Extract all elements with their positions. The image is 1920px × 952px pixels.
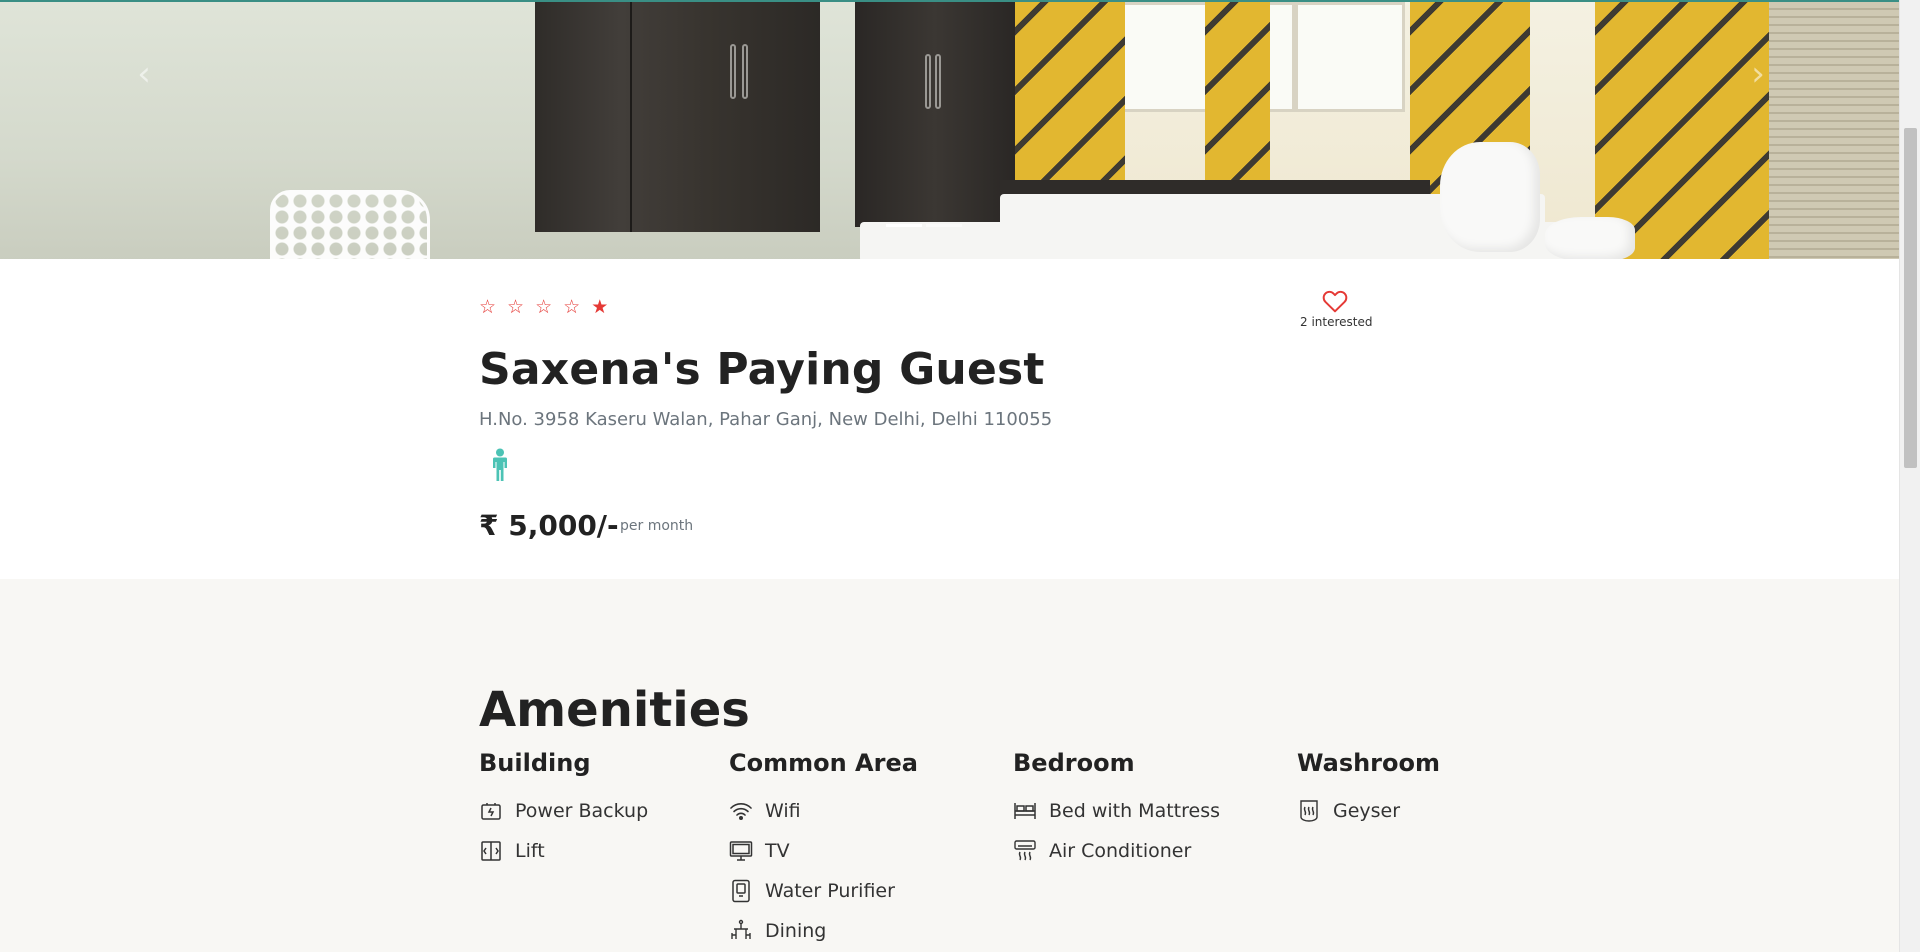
tv-icon [729,839,753,863]
amenity-label: Water Purifier [765,880,895,902]
scrollbar-thumb[interactable] [1904,128,1917,468]
amenity-item: Lift [479,831,648,871]
amenity-label: Lift [515,840,545,862]
amenity-item: Dining [729,911,918,951]
amenity-group-building: Building Power Backup Lift [479,749,648,871]
male-person-icon [490,448,510,486]
rating-stars: ☆ ☆ ☆ ☆ ★ [479,297,608,317]
price-unit: per month [620,518,694,534]
wifi-icon [729,799,753,823]
star-icon: ☆ [479,296,497,318]
amenity-label: Air Conditioner [1049,840,1192,862]
listing-title: Saxena's Paying Guest [479,344,1045,395]
amenity-item: TV [729,831,918,871]
star-icon: ☆ [507,296,525,318]
amenities-section: Amenities Building Power Backup Lift Com… [0,579,1899,952]
air-conditioner-icon [1013,839,1037,863]
amenity-group-bedroom: Bedroom Bed with Mattress Air Conditione… [1013,749,1220,871]
listing-address: H.No. 3958 Kaseru Walan, Pahar Ganj, New… [479,409,1053,430]
carousel-next-button[interactable]: › [1738,54,1778,94]
amenity-group-title: Washroom [1297,749,1441,777]
carousel-indicator[interactable] [886,224,922,227]
star-icon: ☆ [535,296,553,318]
star-icon: ☆ [563,296,581,318]
amenity-item: Wifi [729,791,918,831]
carousel-indicator[interactable] [926,224,962,227]
amenity-group-title: Building [479,749,591,777]
battery-icon [479,799,503,823]
amenity-item: Water Purifier [729,871,918,911]
amenity-group-title: Common Area [729,749,918,777]
carousel-prev-button[interactable]: ‹ [124,54,164,94]
room-photo [0,2,1899,259]
amenity-group-common-area: Common Area Wifi TV Water Purifier Dinin… [729,749,918,951]
amenity-group-title: Bedroom [1013,749,1135,777]
heart-icon[interactable] [1322,289,1348,313]
amenity-label: Bed with Mattress [1049,800,1220,822]
interested-button[interactable]: 2 interested [1300,289,1373,329]
water-purifier-icon [729,879,753,903]
amenity-label: Geyser [1333,800,1401,822]
amenity-item: Air Conditioner [1013,831,1220,871]
amenity-group-washroom: Washroom Geyser [1297,749,1440,831]
listing-price: ₹ 5,000/- [479,509,619,542]
amenity-label: Wifi [765,800,801,822]
amenities-title: Amenities [479,682,750,738]
amenity-item: Power Backup [479,791,648,831]
dining-icon [729,919,753,943]
amenity-label: Dining [765,920,827,942]
star-icon: ★ [591,296,609,318]
amenity-label: TV [765,840,790,862]
amenity-label: Power Backup [515,800,649,822]
listing-info: ☆ ☆ ☆ ☆ ★ 2 interested Saxena's Paying G… [0,259,1899,579]
carousel-indicators [886,224,962,227]
bed-icon [1013,799,1037,823]
amenity-item: Bed with Mattress [1013,791,1220,831]
interested-count: 2 interested [1300,315,1373,329]
page-scrollbar[interactable] [1899,0,1920,952]
chevron-left-icon: ‹ [137,54,151,94]
chevron-right-icon: › [1751,54,1765,94]
amenity-item: Geyser [1297,791,1440,831]
elevator-icon [479,839,503,863]
geyser-icon [1297,799,1321,823]
image-carousel[interactable]: ‹ › [0,0,1899,259]
